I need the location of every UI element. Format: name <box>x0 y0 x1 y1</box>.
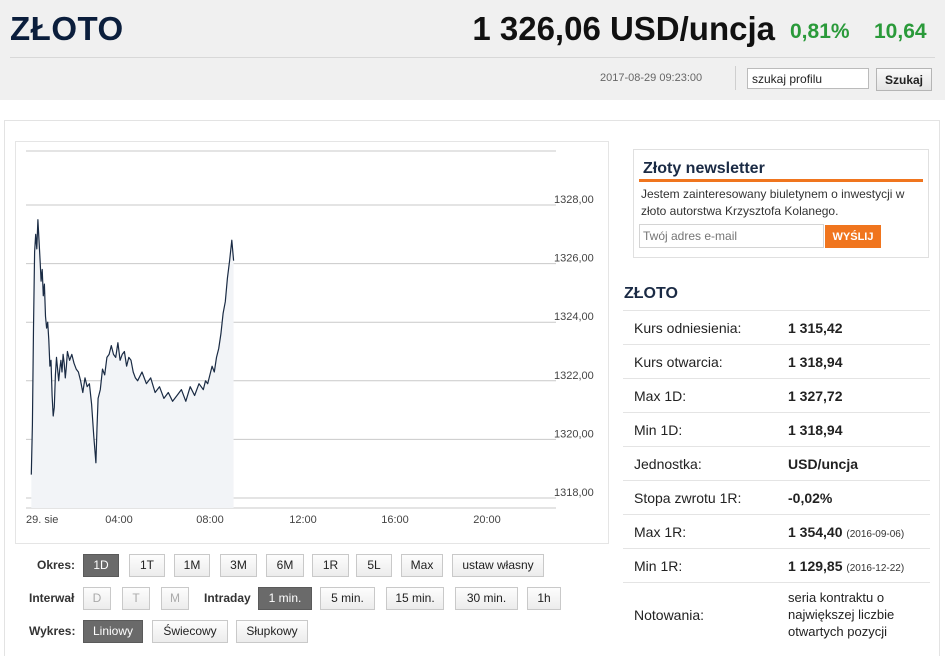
info-row-label: Kurs otwarcia: <box>634 354 723 370</box>
y-tick-label: 1324,00 <box>554 311 594 323</box>
info-row-label: Notowania: <box>634 607 705 623</box>
info-row-value: 1 318,94 <box>788 422 843 438</box>
info-row: Min 1R: 1 129,85 (2016-12-22) <box>623 548 930 582</box>
info-row-value: 1 318,94 <box>788 354 843 370</box>
period-button-1m[interactable]: 1M <box>174 554 210 577</box>
chart-type-button-słupkowy[interactable]: Słupkowy <box>236 620 308 643</box>
info-row: Stopa zwrotu 1R: -0,02% <box>623 480 930 514</box>
price-chart-svg: 1328,00 1326,00 1324,00 1322,00 1320,00 1318,… <box>26 150 594 526</box>
info-row: Max 1R: 1 354,40 (2016-09-06) <box>623 514 930 548</box>
interval-button-d: D <box>83 587 111 610</box>
period-button-3m[interactable]: 3M <box>220 554 257 577</box>
info-value-date: (2016-12-22) <box>846 563 905 574</box>
info-row-label: Min 1R: <box>634 558 683 574</box>
search-button[interactable]: Szukaj <box>876 68 932 91</box>
interval-button-t: T <box>122 587 150 610</box>
info-row-label: Max 1D: <box>634 388 687 404</box>
info-value-text: 1 315,42 <box>788 320 843 336</box>
x-tick-label: 12:00 <box>289 514 317 526</box>
info-value-text: 1 129,85 <box>788 558 843 574</box>
chart-type-button-świecowy[interactable]: Świecowy <box>152 620 228 643</box>
intraday-button-30-min[interactable]: 30 min. <box>455 587 518 610</box>
newsletter-email-field[interactable] <box>639 224 824 248</box>
chart-type-button-liniowy[interactable]: Liniowy <box>83 620 143 643</box>
info-row-value: 1 354,40 (2016-09-06) <box>788 524 904 540</box>
period-button-6m[interactable]: 6M <box>266 554 304 577</box>
info-row: Jednostka: USD/uncja <box>623 446 930 480</box>
info-value-text: seria kontraktu o największej liczbie ot… <box>788 590 895 639</box>
current-price: 1 326,06 USD/uncja <box>472 10 775 47</box>
info-row-label: Min 1D: <box>634 422 683 438</box>
info-value-text: 1 354,40 <box>788 524 843 540</box>
interval-button-m: M <box>161 587 189 610</box>
y-tick-label: 1326,00 <box>554 253 594 265</box>
info-row: Max 1D: 1 327,72 <box>623 378 930 412</box>
period-button-1r[interactable]: 1R <box>312 554 349 577</box>
change-percent: 0,81% <box>790 20 850 43</box>
intraday-button-5-min[interactable]: 5 min. <box>320 587 375 610</box>
x-tick-label: 08:00 <box>196 514 224 526</box>
info-row-value: 1 315,42 <box>788 320 843 336</box>
info-row-value: USD/uncja <box>788 456 858 472</box>
interwal-label: Interwał <box>29 591 75 605</box>
info-value-text: 1 318,94 <box>788 354 843 370</box>
newsletter-title: Złoty newsletter <box>643 160 765 177</box>
intraday-button-1h[interactable]: 1h <box>527 587 561 610</box>
header-separator <box>735 66 736 90</box>
intraday-button-1-min[interactable]: 1 min. <box>258 587 312 610</box>
info-row-label: Max 1R: <box>634 524 687 540</box>
period-button-5l[interactable]: 5L <box>356 554 392 577</box>
profile-search-input[interactable] <box>747 68 869 89</box>
newsletter-send-button[interactable]: WYŚLIJ <box>825 225 881 248</box>
info-row: Kurs odniesienia: 1 315,42 <box>623 310 930 344</box>
newsletter-description: Jestem zainteresowany biuletynem o inwes… <box>641 187 905 218</box>
wykres-label: Wykres: <box>29 624 76 638</box>
x-tick-label: 16:00 <box>381 514 409 526</box>
x-tick-label: 04:00 <box>105 514 133 526</box>
info-value-text: USD/uncja <box>788 456 859 472</box>
intraday-button-15-min[interactable]: 15 min. <box>386 587 444 610</box>
info-row-value: 1 129,85 (2016-12-22) <box>788 558 904 574</box>
price-chart[interactable]: 1328,00 1326,00 1324,00 1322,00 1320,00 1318,… <box>15 141 609 544</box>
newsletter-accent-bar <box>639 179 923 182</box>
y-tick-label: 1322,00 <box>554 370 594 382</box>
newsletter-box: Złoty newsletter Jestem zainteresowany b… <box>633 149 929 258</box>
period-button-ustaw-własny[interactable]: ustaw własny <box>452 554 544 577</box>
period-button-max[interactable]: Max <box>401 554 443 577</box>
y-tick-label: 1320,00 <box>554 428 594 440</box>
info-row: Kurs otwarcia: 1 318,94 <box>623 344 930 378</box>
quote-timestamp: 2017-08-29 09:23:00 <box>600 72 703 84</box>
info-table: Kurs odniesienia: 1 315,42 Kurs otwarcia: 1… <box>623 310 930 648</box>
period-button-1d[interactable]: 1D <box>83 554 119 577</box>
okres-label: Okres: <box>37 558 76 572</box>
info-row-value: -0,02% <box>788 490 832 506</box>
period-button-1t[interactable]: 1T <box>129 554 165 577</box>
info-title: ZŁOTO <box>624 285 678 302</box>
change-absolute: 10,64 <box>874 20 927 43</box>
y-tick-label: 1328,00 <box>554 194 594 206</box>
quote-header: ZŁOTO 1 326,06 USD/uncja 0,81% 10,64 201… <box>0 0 945 100</box>
x-tick-label: 20:00 <box>473 514 501 526</box>
info-row: Notowania: seria kontraktu o największej … <box>623 582 930 648</box>
intraday-label: Intraday <box>204 591 251 605</box>
info-row-value: seria kontraktu o największej liczbie ot… <box>788 589 918 640</box>
info-row-label: Stopa zwrotu 1R: <box>634 490 742 506</box>
info-row-label: Jednostka: <box>634 456 702 472</box>
info-value-date: (2016-09-06) <box>846 529 905 540</box>
info-value-text: 1 327,72 <box>788 388 843 404</box>
info-value-text: -0,02% <box>788 490 833 506</box>
header-divider <box>10 57 935 58</box>
info-row-value: 1 327,72 <box>788 388 843 404</box>
info-value-text: 1 318,94 <box>788 422 843 438</box>
y-tick-label: 1318,00 <box>554 487 594 499</box>
x-tick-label: 29. sie <box>26 514 58 526</box>
page-title: ZŁOTO <box>10 10 124 47</box>
info-row: Min 1D: 1 318,94 <box>623 412 930 446</box>
info-row-label: Kurs odniesienia: <box>634 320 742 336</box>
